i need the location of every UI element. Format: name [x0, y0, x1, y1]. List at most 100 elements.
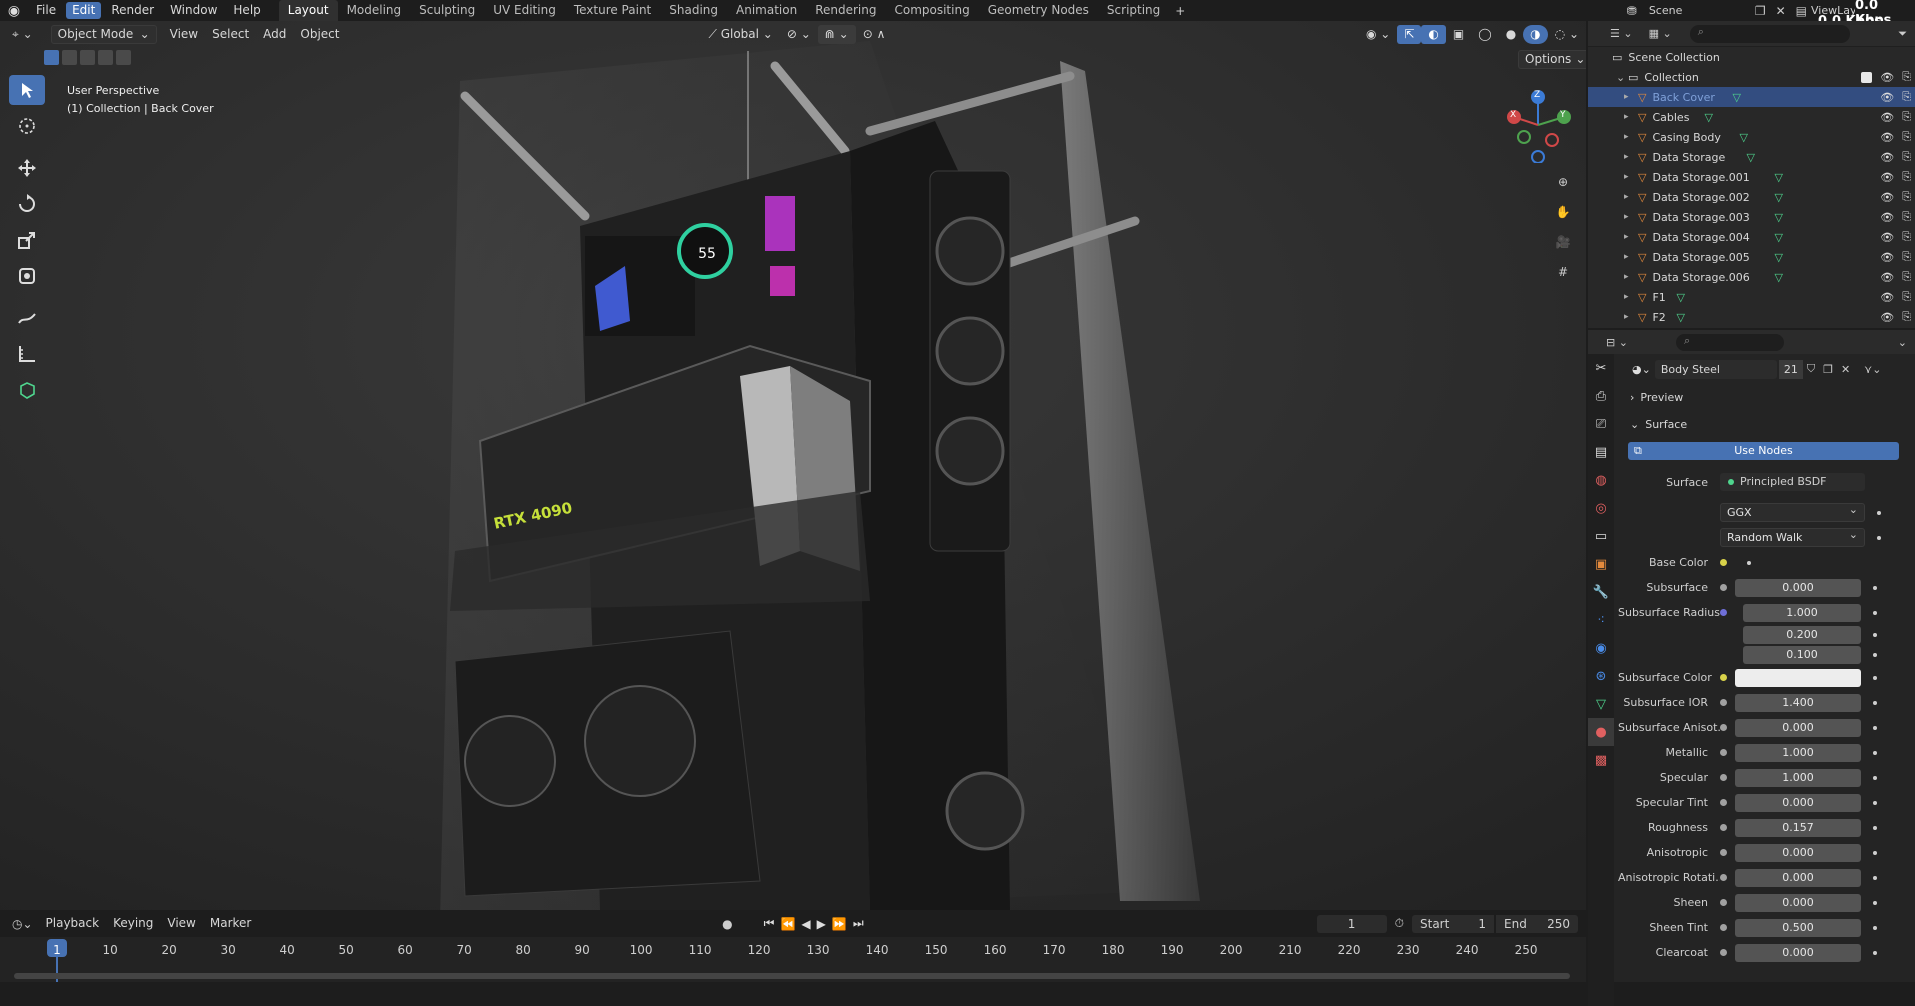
outliner-item[interactable]: ▸ ▽ Data Storage.002 ▽ 👁 ⎘ — [1588, 187, 1915, 207]
eye-icon[interactable]: 👁 — [1880, 231, 1894, 244]
play-icon[interactable]: ▶ — [814, 917, 829, 931]
add-workspace-icon[interactable]: + — [1169, 4, 1191, 18]
keyframe-dot[interactable] — [1873, 585, 1877, 590]
unlink-material-icon[interactable]: ✕ — [1837, 363, 1854, 376]
expand-icon[interactable]: ▸ — [1624, 112, 1638, 122]
keyframe-dot[interactable] — [1873, 675, 1877, 680]
pivot-icon[interactable]: ⊘ ⌄ — [780, 25, 818, 44]
socket-dot-icon[interactable] — [1720, 849, 1727, 856]
property-value-field[interactable]: 1.000 — [1743, 603, 1861, 622]
auto-key-icon[interactable]: ● — [716, 917, 738, 931]
socket-dot-icon[interactable] — [1720, 874, 1727, 881]
keyframe-dot[interactable] — [1873, 775, 1877, 780]
expand-icon[interactable]: ▸ — [1624, 132, 1638, 142]
eye-icon[interactable]: 👁 — [1880, 151, 1894, 164]
select-intersect-icon[interactable] — [116, 50, 131, 65]
keyframe-dot[interactable] — [1873, 875, 1877, 880]
viewport-menu-view[interactable]: View — [163, 25, 205, 44]
eye-icon[interactable]: 👁 — [1880, 291, 1894, 304]
texture-tab-icon[interactable]: ▩ — [1588, 746, 1614, 774]
property-value-field[interactable]: 0.000 — [1735, 578, 1861, 597]
outliner-editor-icon[interactable]: ☰ ⌄ — [1588, 27, 1641, 40]
property-value-field[interactable]: 1.000 — [1735, 768, 1861, 787]
play-reverse-icon[interactable]: ◀ — [798, 917, 813, 931]
outliner-item[interactable]: ▸ ▽ Back Cover ▽ 👁 ⎘ — [1588, 87, 1915, 107]
property-value-field[interactable]: 1.000 — [1735, 743, 1861, 762]
keyframe-dot[interactable] — [1873, 725, 1877, 730]
expand-icon[interactable]: ▸ — [1624, 292, 1638, 302]
socket-dot-icon[interactable] — [1720, 674, 1727, 681]
camera-icon[interactable]: ⎘ — [1902, 110, 1911, 124]
tab-compositing[interactable]: Compositing — [885, 0, 978, 21]
shading-solid-icon[interactable]: ● — [1499, 25, 1523, 44]
keyframe-dot[interactable] — [1873, 750, 1877, 755]
collapse-icon[interactable]: ⌄ — [1616, 71, 1628, 84]
editor-type-icon[interactable]: ⌖ ⌄ — [0, 27, 39, 42]
measure-tool-icon[interactable] — [9, 339, 45, 369]
distribution-dropdown[interactable]: GGX — [1720, 501, 1865, 522]
property-value-field[interactable]: 0.000 — [1735, 943, 1861, 962]
eye-icon[interactable]: 👁 — [1880, 211, 1894, 224]
3d-viewport[interactable]: 55 RTX 4090 ⌖ ⌄ Object Mode ⌄ View Select A… — [0, 21, 1586, 910]
expand-icon[interactable]: ▸ — [1624, 152, 1638, 162]
camera-icon[interactable]: ⎘ — [1902, 150, 1911, 164]
output-tab-icon[interactable]: ⎚ — [1588, 410, 1614, 438]
expand-icon[interactable]: ▸ — [1624, 212, 1638, 222]
keyframe-dot[interactable] — [1747, 560, 1751, 565]
material-browse-icon[interactable]: ◕⌄ — [1618, 363, 1655, 376]
property-value-field[interactable]: 1.400 — [1735, 693, 1861, 712]
move-tool-icon[interactable] — [9, 153, 45, 183]
keyframe-dot[interactable] — [1873, 825, 1877, 830]
display-mode-icon[interactable]: ▦ ⌄ — [1641, 27, 1680, 40]
outliner-item[interactable]: ▸ ▽ Cables ▽ 👁 ⎘ — [1588, 107, 1915, 127]
expand-icon[interactable]: ▸ — [1624, 312, 1638, 322]
tool-tab-icon[interactable]: ✂ — [1588, 354, 1614, 382]
keyframe-dot[interactable] — [1873, 700, 1877, 705]
menu-help[interactable]: Help — [225, 0, 268, 21]
expand-icon[interactable]: ▸ — [1624, 272, 1638, 282]
mode-dropdown[interactable]: Object Mode ⌄ — [50, 24, 157, 44]
constraints-tab-icon[interactable]: ⊛ — [1588, 662, 1614, 690]
expand-icon[interactable]: ▸ — [1624, 252, 1638, 262]
xray-icon[interactable]: ▣ — [1446, 25, 1471, 44]
start-frame-field[interactable]: Start 1 — [1412, 914, 1494, 933]
eye-icon[interactable]: 👁 — [1880, 111, 1894, 124]
timeline-menu-view[interactable]: View — [160, 914, 202, 933]
surface-shader-field[interactable]: Principled BSDF — [1720, 473, 1865, 491]
shading-material-icon[interactable]: ◑ — [1523, 24, 1548, 44]
socket-dot-icon[interactable] — [1720, 584, 1727, 591]
expand-icon[interactable]: ▸ — [1624, 232, 1638, 242]
scene-collection-row[interactable]: ▭ Scene Collection — [1588, 47, 1915, 67]
menu-render[interactable]: Render — [103, 0, 162, 21]
use-nodes-button[interactable]: ⧉ Use Nodes — [1628, 442, 1899, 460]
physics-tab-icon[interactable]: ◉ — [1588, 634, 1614, 662]
keyframe-dot[interactable] — [1873, 950, 1877, 955]
view-layer-tab-icon[interactable]: ▤ — [1588, 438, 1614, 466]
copy-scene-icon[interactable]: ❐ — [1751, 4, 1770, 18]
keyframe-dot[interactable] — [1873, 800, 1877, 805]
menu-file[interactable]: File — [28, 0, 64, 21]
snap-icon[interactable]: ⋒ ⌄ — [817, 24, 856, 44]
distribution-keyframe-dot[interactable] — [1877, 510, 1881, 515]
property-value-field[interactable]: 0.100 — [1743, 646, 1861, 664]
tab-texture-paint[interactable]: Texture Paint — [565, 0, 660, 21]
keyframe-dot[interactable] — [1873, 850, 1877, 855]
socket-dot-icon[interactable] — [1720, 799, 1727, 806]
camera-icon[interactable]: ⎘ — [1902, 190, 1911, 204]
properties-editor-icon[interactable]: ⊟ ⌄ — [1588, 336, 1636, 349]
particles-tab-icon[interactable]: ⁖ — [1588, 606, 1614, 634]
object-tab-icon[interactable]: ▣ — [1588, 550, 1614, 578]
outliner-item[interactable]: ▸ ▽ Data Storage ▽ 👁 ⎘ — [1588, 147, 1915, 167]
outliner-item[interactable]: ▸ ▽ Data Storage.005 ▽ 👁 ⎘ — [1588, 247, 1915, 267]
orientation-dropdown[interactable]: ⟋ Global ⌄ — [701, 25, 779, 44]
tab-animation[interactable]: Animation — [727, 0, 806, 21]
tab-modeling[interactable]: Modeling — [338, 0, 411, 21]
visibility-icon[interactable]: ◉ ⌄ — [1359, 25, 1397, 44]
camera-icon[interactable]: ⎘ — [1902, 70, 1911, 84]
viewport-menu-add[interactable]: Add — [256, 25, 293, 44]
eye-icon[interactable]: 👁 — [1880, 251, 1894, 264]
socket-dot-icon[interactable] — [1720, 824, 1727, 831]
outliner-search-input[interactable]: ⌕ — [1689, 24, 1850, 43]
timeline-editor-icon[interactable]: ◷⌄ — [0, 917, 39, 931]
property-value-field[interactable]: 0.157 — [1735, 818, 1861, 837]
